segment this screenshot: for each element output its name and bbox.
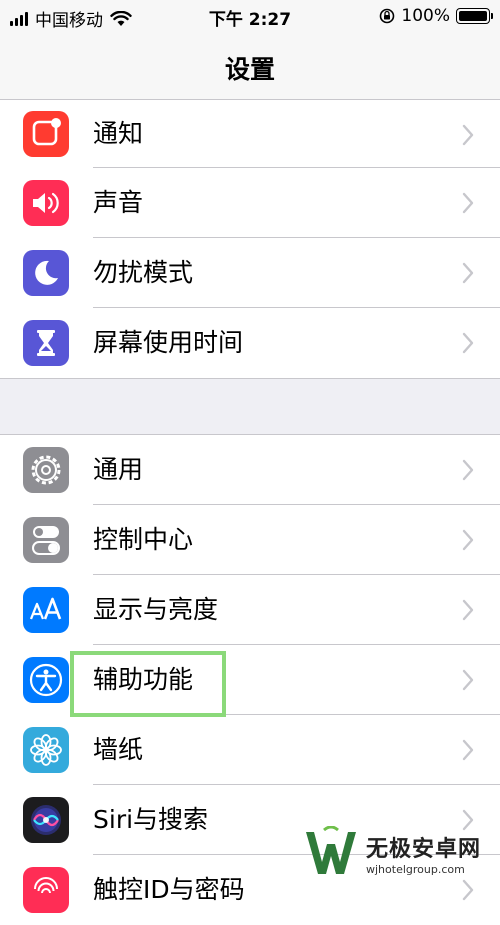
flower-icon — [23, 727, 69, 773]
chevron-right-icon — [462, 192, 474, 214]
gear-icon — [23, 447, 69, 493]
text-size-icon — [23, 587, 69, 633]
accessibility-icon — [23, 657, 69, 703]
fingerprint-icon — [23, 867, 69, 913]
settings-row-control-center[interactable]: 控制中心 — [0, 505, 500, 575]
chevron-right-icon — [462, 739, 474, 761]
settings-row-label: Siri与搜索 — [93, 805, 209, 834]
settings-row-notifications[interactable]: 通知 — [0, 100, 500, 168]
settings-row-screen-time[interactable]: 屏幕使用时间 — [0, 308, 500, 378]
chevron-right-icon — [462, 332, 474, 354]
settings-row-label: 通用 — [93, 455, 144, 484]
moon-icon — [23, 250, 69, 296]
chevron-right-icon — [462, 262, 474, 284]
hourglass-icon — [23, 320, 69, 366]
notification-icon — [23, 111, 69, 157]
status-bar: 中国移动 下午 2:27 100% — [0, 0, 500, 34]
settings-row-label: 通知 — [93, 119, 144, 148]
nav-bar: 设置 — [0, 34, 500, 100]
settings-row-do-not-disturb[interactable]: 勿扰模式 — [0, 238, 500, 308]
watermark: 无极安卓网 wjhotelgroup.com — [302, 822, 492, 884]
speaker-icon — [23, 180, 69, 226]
rotation-lock-icon — [380, 8, 395, 24]
settings-row-label: 屏幕使用时间 — [93, 328, 244, 357]
chevron-right-icon — [462, 599, 474, 621]
settings-row-label: 墙纸 — [93, 735, 144, 764]
battery-percent: 100% — [401, 6, 450, 26]
settings-row-label: 触控ID与密码 — [93, 875, 245, 904]
settings-row-general[interactable]: 通用 — [0, 435, 500, 505]
watermark-url: wjhotelgroup.com — [366, 862, 465, 876]
chevron-right-icon — [462, 529, 474, 551]
chevron-right-icon — [462, 669, 474, 691]
settings-row-label: 显示与亮度 — [93, 595, 219, 624]
settings-row-label: 勿扰模式 — [93, 258, 194, 287]
settings-row-sounds[interactable]: 声音 — [0, 168, 500, 238]
toggles-icon — [23, 517, 69, 563]
page-title: 设置 — [224, 55, 275, 84]
watermark-title: 无极安卓网 — [366, 836, 482, 862]
chevron-right-icon — [462, 124, 474, 146]
settings-row-display-brightness[interactable]: 显示与亮度 — [0, 575, 500, 645]
settings-row-label: 辅助功能 — [93, 665, 194, 694]
battery-icon — [456, 8, 493, 24]
settings-row-wallpaper[interactable]: 墙纸 — [0, 715, 500, 785]
watermark-logo-icon — [306, 826, 356, 874]
settings-row-label: 声音 — [93, 188, 144, 217]
siri-icon — [23, 797, 69, 843]
settings-row-accessibility[interactable]: 辅助功能 — [0, 645, 500, 715]
settings-group-1: 通知 声音 勿扰模式 屏幕使用时间 — [0, 100, 500, 379]
settings-row-label: 控制中心 — [93, 525, 194, 554]
chevron-right-icon — [462, 459, 474, 481]
